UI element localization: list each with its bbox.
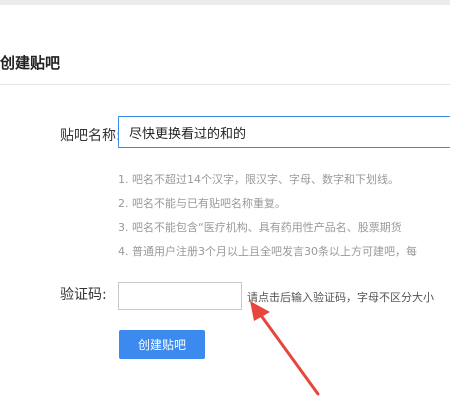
rule-item: 1. 吧名不超过14个汉字，限汉字、字母、数字和下划线。 [118, 173, 399, 186]
bar-name-label: 贴吧名称: [60, 128, 121, 144]
page-title: 创建贴吧 [0, 54, 61, 72]
rule-item: 4. 普通用户注册3个月以上且全吧发言30条以上方可建吧，每 [118, 245, 417, 258]
create-bar-button[interactable]: 创建贴吧 [119, 330, 205, 359]
bar-name-input[interactable] [118, 116, 450, 148]
page-header: 创建贴吧 [0, 44, 450, 85]
annotation-arrow-icon [250, 301, 320, 396]
rule-item: 3. 吧名不能包含“医疗机构、具有药用性产品名、股票期货 [118, 221, 402, 234]
rule-item: 2. 吧名不能与已有贴吧名称重复。 [118, 197, 286, 210]
captcha-label: 验证码: [60, 287, 107, 303]
name-rules: 1. 吧名不超过14个汉字，限汉字、字母、数字和下划线。 2. 吧名不能与已有贴… [118, 168, 450, 264]
captcha-input[interactable] [118, 282, 242, 310]
top-strip [0, 0, 450, 5]
